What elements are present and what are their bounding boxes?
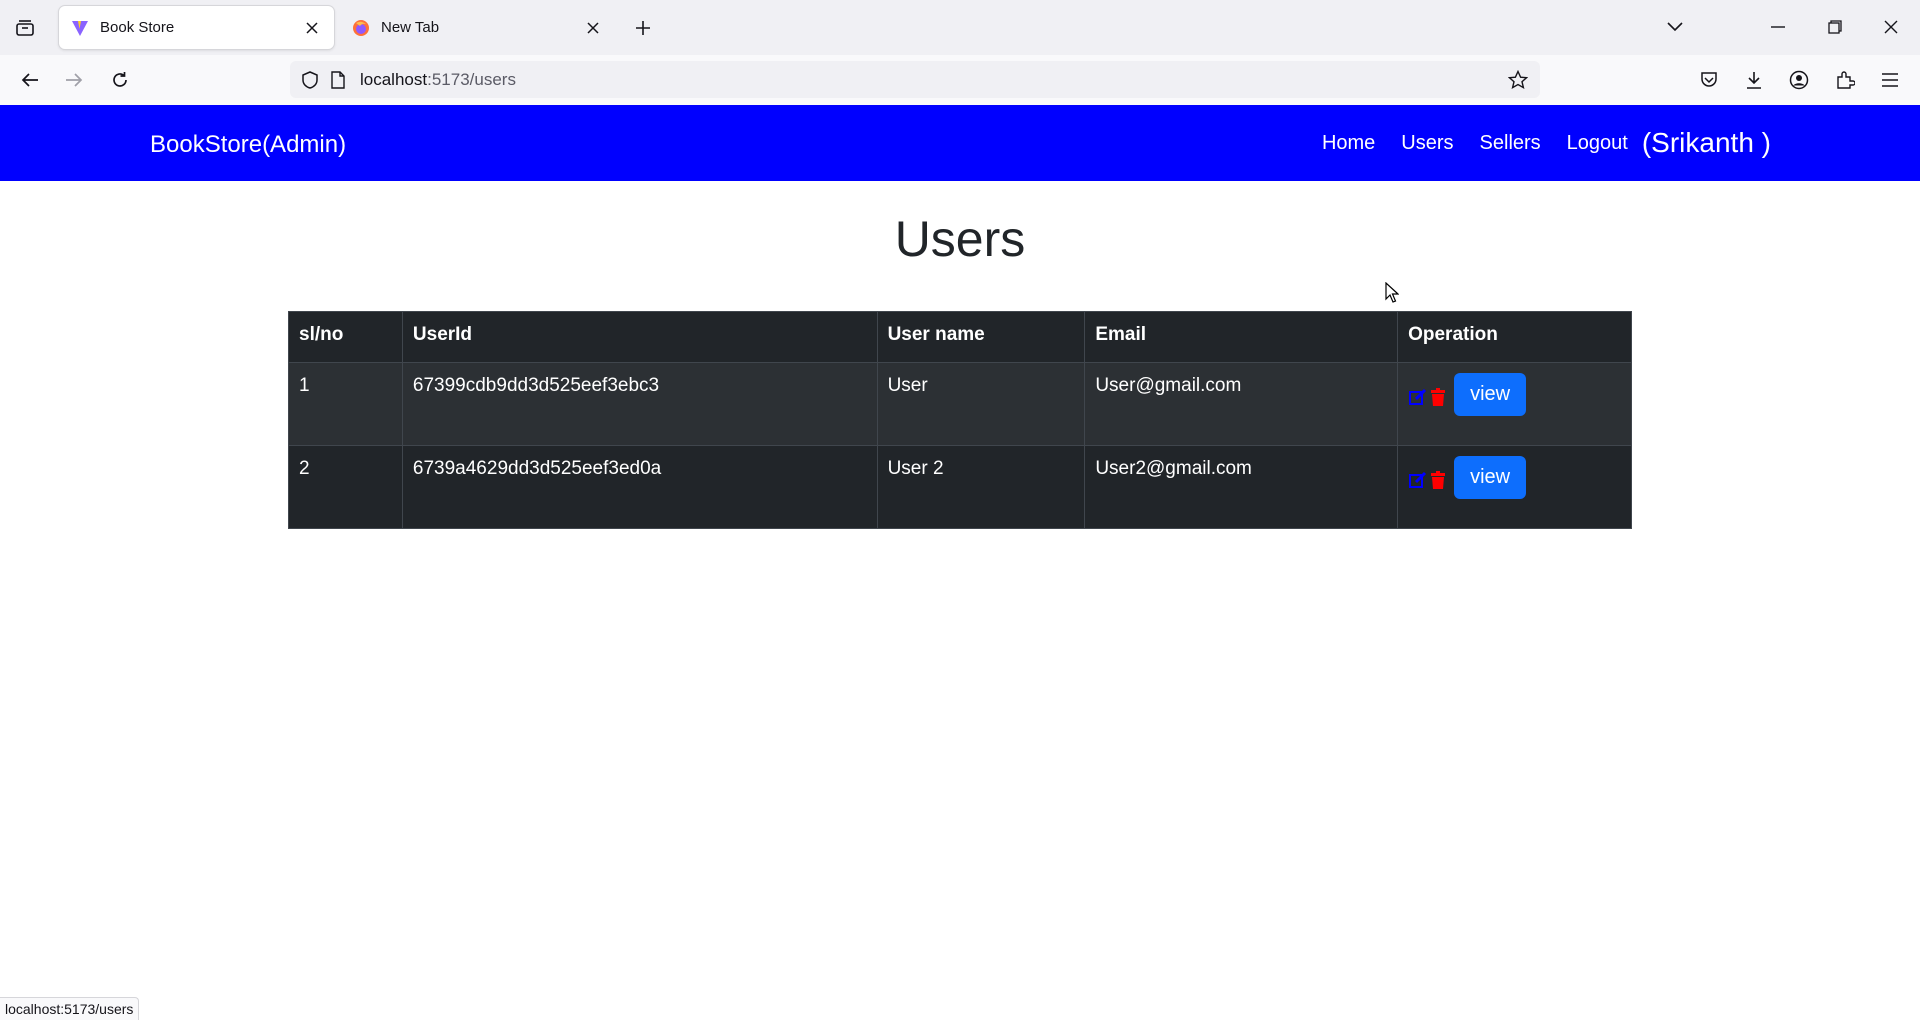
cell-operation: view [1397,362,1632,446]
tab-title: New Tab [381,19,440,36]
firefox-favicon-icon [352,19,370,37]
app-navbar: BookStore(Admin) Home Users Sellers Logo… [0,105,1920,181]
edit-icon[interactable] [1408,469,1428,491]
forward-arrow-icon[interactable] [58,64,90,96]
nav-logout-link[interactable]: Logout [1567,119,1628,167]
page-title: Users [894,211,1026,267]
vite-favicon-icon [71,19,89,37]
header-operation: Operation [1397,311,1632,363]
browser-tabstrip: Book Store New Tab [0,0,1920,55]
cell-username: User 2 [876,445,1086,529]
tab-title: Book Store [100,19,175,36]
close-tab-icon[interactable] [581,16,605,40]
trash-icon[interactable] [1428,386,1448,408]
nav-sellers-link[interactable]: Sellers [1480,119,1541,167]
cell-username: User [876,362,1086,446]
bookmark-star-icon[interactable] [1508,69,1528,90]
status-bar: localhost:5173/users [0,997,140,1020]
nav-users-link[interactable]: Users [1401,119,1453,167]
tab-list-icon[interactable] [10,14,40,42]
row-actions: view [1408,456,1621,501]
cell-operation: view [1397,445,1632,529]
downloads-icon[interactable] [1738,64,1770,96]
new-tab-plus-icon[interactable] [628,14,658,42]
cell-email: User2@gmail.com [1084,445,1399,529]
url-text: localhost:5173/users [360,70,516,90]
table-row: 1 67399cdb9dd3d525eef3ebc3 User User@gma… [288,362,1632,446]
restore-icon[interactable] [1815,10,1855,44]
cell-userid: 6739a4629dd3d525eef3ed0a [401,445,878,529]
address-bar[interactable]: localhost:5173/users [290,61,1540,98]
row-actions: view [1408,373,1621,418]
back-arrow-icon[interactable] [14,64,46,96]
extensions-icon[interactable] [1829,64,1861,96]
page-icon[interactable] [328,70,348,90]
header-username: User name [876,311,1086,363]
close-tab-icon[interactable] [300,16,324,40]
close-window-icon[interactable] [1871,10,1911,44]
browser-toolbar: localhost:5173/users [0,55,1920,106]
pocket-icon[interactable] [1693,64,1725,96]
nav-links: Home Users Sellers Logout (Srikanth ) [1296,119,1771,167]
tab-book-store[interactable]: Book Store [59,6,334,49]
account-icon[interactable] [1783,64,1815,96]
brand-logo-text[interactable]: BookStore(Admin) [150,131,346,159]
nav-home-link[interactable]: Home [1322,119,1375,167]
header-slno: sl/no [288,311,403,363]
cell-slno: 1 [288,362,403,446]
users-table: sl/no UserId User name Email Operation 1… [288,311,1632,529]
cell-email: User@gmail.com [1084,362,1399,446]
url-host: localhost [360,69,428,89]
table-row: 2 6739a4629dd3d525eef3ed0a User 2 User2@… [288,445,1632,529]
cell-slno: 2 [288,445,403,529]
view-button[interactable]: view [1454,456,1527,499]
edit-icon[interactable] [1408,386,1428,408]
url-path: :5173/users [427,69,516,89]
mouse-cursor-icon [1385,281,1400,309]
view-button[interactable]: view [1454,373,1527,416]
minimize-icon[interactable] [1758,10,1798,44]
list-all-tabs-chevron-icon[interactable] [1655,10,1695,44]
header-email: Email [1084,311,1399,363]
tab-new-tab[interactable]: New Tab [340,6,615,49]
shield-icon[interactable] [300,70,320,90]
reload-icon[interactable] [104,64,136,96]
header-userid: UserId [401,311,878,363]
menu-hamburger-icon[interactable] [1874,64,1906,96]
cell-userid: 67399cdb9dd3d525eef3ebc3 [401,362,878,446]
logged-in-user: (Srikanth ) [1641,127,1771,158]
table-header-row: sl/no UserId User name Email Operation [288,311,1632,363]
trash-icon[interactable] [1428,469,1448,491]
